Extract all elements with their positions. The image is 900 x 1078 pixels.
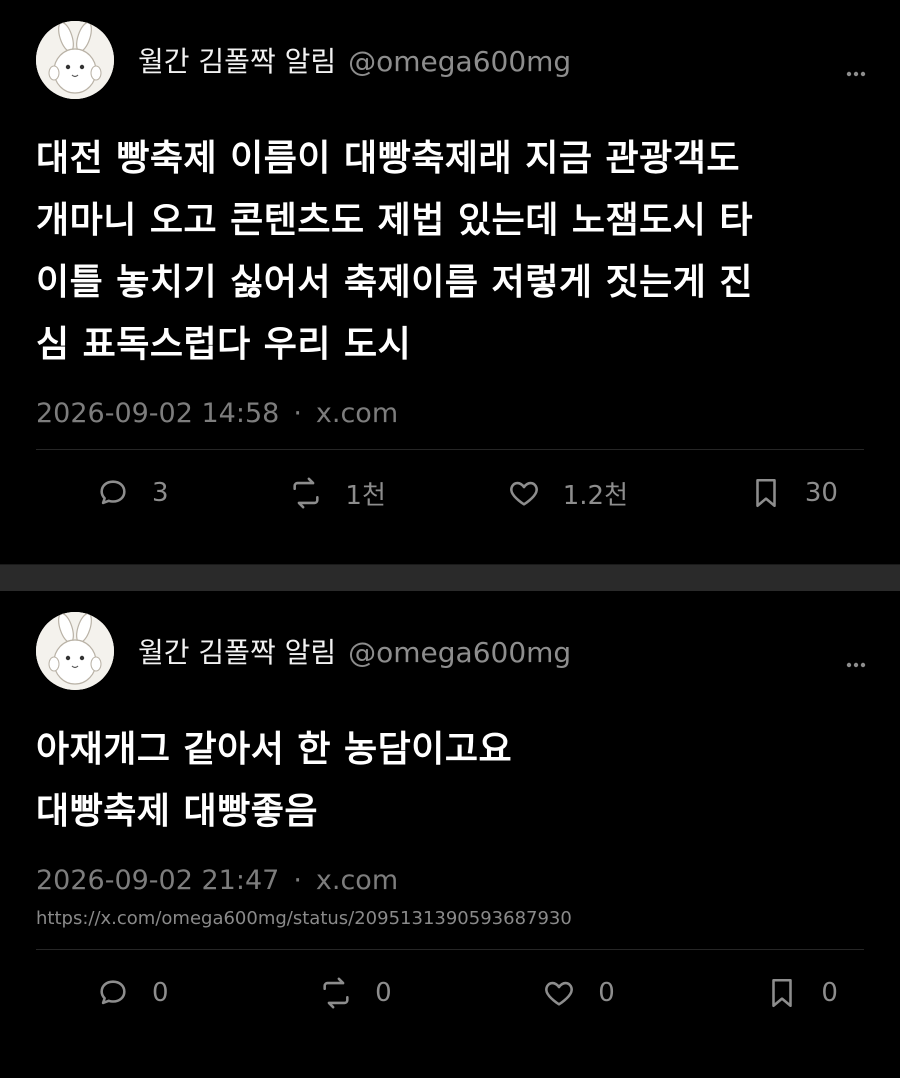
like-count: 0 (598, 978, 615, 1008)
bookmark-button[interactable]: 0 (765, 976, 838, 1010)
heart-icon (545, 981, 574, 1006)
avatar[interactable] (36, 21, 114, 99)
tweet-meta: 2026-09-02 14:58 · x.com (36, 398, 399, 429)
author-handle[interactable]: @omega600mg (348, 636, 571, 669)
tweet-header: 월간 김폴짝 알림 @omega600mg (36, 591, 864, 711)
bookmark-icon (756, 478, 776, 508)
bookmark-count: 0 (821, 978, 838, 1008)
reply-count: 3 (152, 478, 169, 508)
tweet-card[interactable]: 월간 김폴짝 알림 @omega600mg 대전 빵축제 이름이 대빵축제래 지… (0, 0, 900, 565)
tweet-header: 월간 김폴짝 알림 @omega600mg (36, 0, 864, 120)
like-count: 1.2천 (562, 480, 629, 511)
tweet-line: 개마니 오고 콘텐츠도 제법 있는데 노잼도시 타 (36, 200, 753, 241)
repost-count: 1천 (345, 480, 386, 511)
author-block: 월간 김폴짝 알림 @omega600mg (138, 631, 571, 671)
repost-button[interactable]: 0 (319, 976, 392, 1010)
reply-button[interactable]: 0 (96, 976, 169, 1010)
author-name[interactable]: 월간 김폴짝 알림 (138, 40, 336, 80)
tweet-line: 대빵축제 대빵좋음 (36, 791, 318, 832)
source: x.com (315, 865, 399, 896)
like-button[interactable]: 0 (542, 976, 615, 1010)
bookmark-count: 30 (804, 478, 838, 508)
tweet-line: 심 표독스럽다 우리 도시 (36, 324, 412, 365)
tweet-line: 대전 빵축제 이름이 대빵축제래 지금 관광객도 (36, 138, 740, 179)
action-bar: 3 1천 1.2천 30 (36, 450, 864, 536)
heart-icon (509, 481, 538, 506)
repost-button[interactable]: 1천 (289, 475, 386, 512)
tweet-card[interactable]: 월간 김폴짝 알림 @omega600mg 아재개그 같아서 한 농담이고요 대… (0, 591, 900, 1078)
more-options-icon[interactable] (846, 649, 866, 673)
tweet-meta: 2026-09-02 21:47 · x.com (36, 865, 399, 896)
author-block: 월간 김폴짝 알림 @omega600mg (138, 40, 571, 80)
reply-icon (100, 480, 126, 505)
tweet-text: 아재개그 같아서 한 농담이고요 대빵축제 대빵좋음 (36, 719, 864, 843)
repost-count: 0 (375, 978, 392, 1008)
tweet-url[interactable]: https://x.com/omega600mg/status/20951313… (36, 908, 864, 929)
reply-count: 0 (152, 978, 169, 1008)
bookmark-icon (772, 978, 793, 1008)
avatar[interactable] (36, 612, 114, 690)
tweet-line: 아재개그 같아서 한 농담이고요 (36, 729, 513, 770)
bookmark-button[interactable]: 30 (749, 476, 838, 510)
separator (0, 565, 900, 591)
reply-icon (100, 980, 126, 1005)
author-name[interactable]: 월간 김폴짝 알림 (138, 631, 336, 671)
author-handle[interactable]: @omega600mg (348, 45, 571, 78)
source: x.com (315, 398, 399, 429)
timestamp[interactable]: 2026-09-02 14:58 (36, 398, 279, 429)
action-bar: 0 0 0 0 (36, 950, 864, 1036)
repost-icon (293, 477, 320, 509)
like-button[interactable]: 1.2천 (507, 475, 628, 512)
tweet-text: 대전 빵축제 이름이 대빵축제래 지금 관광객도 개마니 오고 콘텐츠도 제법 … (36, 128, 864, 376)
repost-icon (323, 977, 349, 1009)
more-options-icon[interactable] (846, 58, 866, 82)
reply-button[interactable]: 3 (96, 476, 169, 510)
tweet-line: 이틀 놓치기 싫어서 축제이름 저렇게 짓는게 진 (36, 262, 753, 303)
timestamp[interactable]: 2026-09-02 21:47 (36, 865, 279, 896)
